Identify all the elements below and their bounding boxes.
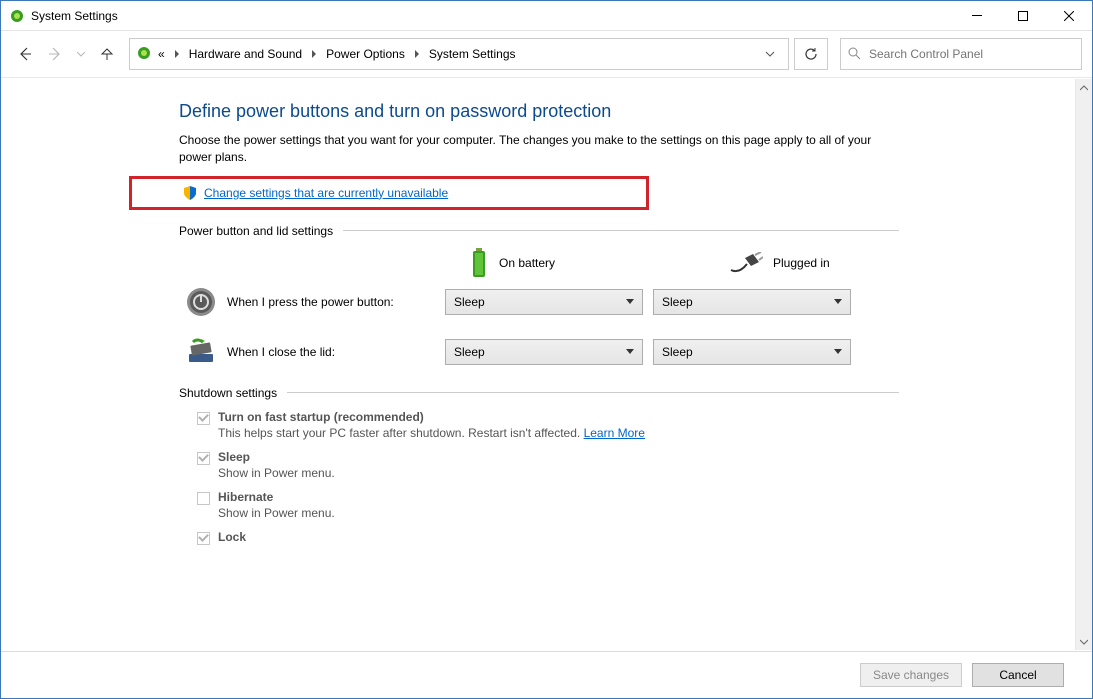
- content-area: Define power buttons and turn on passwor…: [1, 79, 1075, 650]
- vertical-scrollbar[interactable]: [1075, 79, 1092, 650]
- up-button[interactable]: [99, 46, 115, 62]
- chevron-down-icon: [834, 299, 842, 304]
- scroll-down-icon[interactable]: [1076, 633, 1093, 650]
- nav-row: « Hardware and Sound Power Options Syste…: [1, 31, 1092, 78]
- refresh-button[interactable]: [794, 38, 828, 70]
- col-on-battery: On battery: [469, 248, 639, 278]
- plug-icon: [729, 252, 763, 274]
- section-power-button: Power button and lid settings: [179, 224, 899, 238]
- col-plugged-in: Plugged in: [729, 252, 899, 274]
- address-dropdown-icon[interactable]: [756, 40, 784, 68]
- power-button-battery-dropdown[interactable]: Sleep: [445, 289, 643, 315]
- col-plugged-label: Plugged in: [773, 256, 830, 270]
- dropdown-value: Sleep: [454, 345, 485, 359]
- search-icon: [847, 46, 861, 63]
- battery-icon: [469, 248, 489, 278]
- chevron-down-icon: [626, 349, 634, 354]
- shield-icon: [182, 185, 198, 201]
- dropdown-value: Sleep: [662, 295, 693, 309]
- chevron-down-icon: [626, 299, 634, 304]
- search-input[interactable]: [869, 47, 1075, 61]
- col-battery-label: On battery: [499, 256, 555, 270]
- option-desc: Show in Power menu.: [218, 466, 335, 480]
- checkbox-lock[interactable]: [197, 532, 210, 545]
- option-fast-startup: Turn on fast startup (recommended) This …: [197, 410, 1075, 440]
- forward-button[interactable]: [47, 46, 63, 62]
- search-box[interactable]: [840, 38, 1082, 70]
- close-lid-battery-dropdown[interactable]: Sleep: [445, 339, 643, 365]
- option-title: Hibernate: [218, 490, 335, 504]
- address-icon: [136, 45, 152, 64]
- checkbox-hibernate[interactable]: [197, 492, 210, 505]
- section-shutdown: Shutdown settings: [179, 386, 899, 400]
- option-title: Lock: [218, 530, 246, 544]
- row-power-button-label: When I press the power button:: [227, 295, 445, 309]
- page-heading: Define power buttons and turn on passwor…: [179, 101, 1075, 122]
- option-title: Turn on fast startup (recommended): [218, 410, 645, 424]
- learn-more-link[interactable]: Learn More: [584, 426, 645, 440]
- row-close-lid-label: When I close the lid:: [227, 345, 445, 359]
- crumb-hardware-sound[interactable]: Hardware and Sound: [185, 45, 320, 63]
- option-title: Sleep: [218, 450, 335, 464]
- crumb-prefix[interactable]: «: [154, 45, 183, 63]
- section-label: Shutdown settings: [179, 386, 277, 400]
- checkbox-sleep[interactable]: [197, 452, 210, 465]
- window-title: System Settings: [31, 9, 118, 23]
- dropdown-value: Sleep: [662, 345, 693, 359]
- change-settings-link[interactable]: Change settings that are currently unava…: [204, 186, 448, 200]
- checkbox-fast-startup[interactable]: [197, 412, 210, 425]
- scroll-up-icon[interactable]: [1076, 79, 1093, 96]
- dropdown-value: Sleep: [454, 295, 485, 309]
- option-sleep: Sleep Show in Power menu.: [197, 450, 1075, 480]
- power-button-plugged-dropdown[interactable]: Sleep: [653, 289, 851, 315]
- crumb-power-options[interactable]: Power Options: [322, 45, 423, 63]
- option-hibernate: Hibernate Show in Power menu.: [197, 490, 1075, 520]
- page-intro: Choose the power settings that you want …: [179, 132, 899, 166]
- app-icon: [9, 8, 25, 24]
- row-power-button: When I press the power button: Sleep Sle…: [179, 286, 1075, 318]
- option-desc: Show in Power menu.: [218, 506, 335, 520]
- maximize-button[interactable]: [1000, 1, 1046, 31]
- close-button[interactable]: [1046, 1, 1092, 31]
- titlebar: System Settings: [1, 1, 1092, 31]
- section-label: Power button and lid settings: [179, 224, 333, 238]
- power-button-icon: [185, 286, 217, 318]
- laptop-lid-icon: [185, 336, 217, 368]
- highlighted-change-settings: Change settings that are currently unava…: [129, 176, 649, 210]
- section-divider: [343, 230, 899, 231]
- close-lid-plugged-dropdown[interactable]: Sleep: [653, 339, 851, 365]
- crumb-system-settings[interactable]: System Settings: [425, 45, 520, 63]
- address-bar[interactable]: « Hardware and Sound Power Options Syste…: [129, 38, 789, 70]
- section-divider: [287, 392, 899, 393]
- cancel-button[interactable]: Cancel: [972, 663, 1064, 687]
- footer: Save changes Cancel: [1, 651, 1092, 698]
- save-button[interactable]: Save changes: [860, 663, 962, 687]
- row-close-lid: When I close the lid: Sleep Sleep: [179, 336, 1075, 368]
- minimize-button[interactable]: [954, 1, 1000, 31]
- option-lock: Lock: [197, 530, 1075, 545]
- back-button[interactable]: [17, 46, 33, 62]
- chevron-down-icon: [834, 349, 842, 354]
- option-desc: This helps start your PC faster after sh…: [218, 426, 645, 440]
- recent-dropdown-icon[interactable]: [77, 50, 85, 58]
